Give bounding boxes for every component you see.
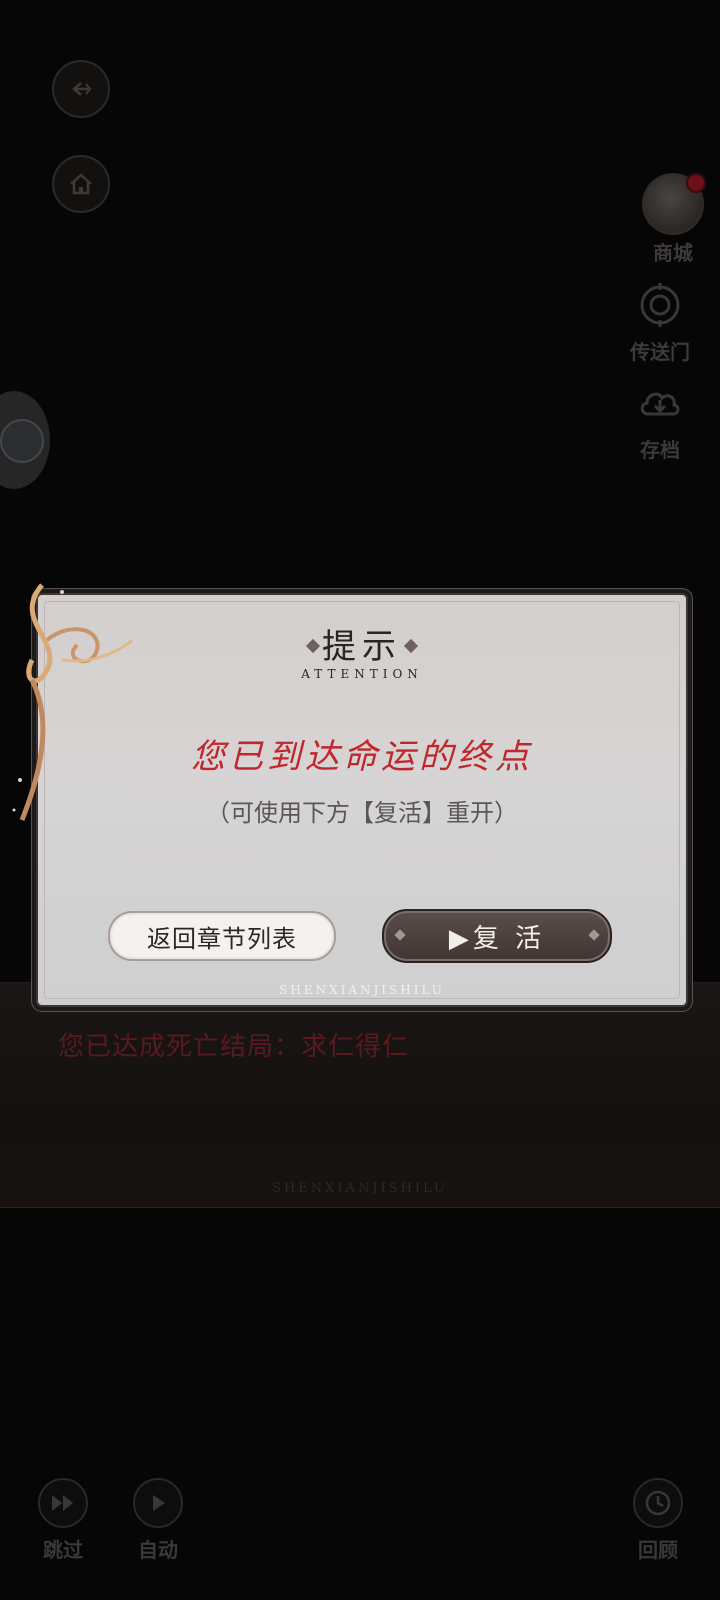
revive-diamond-right — [588, 929, 600, 941]
assistant-icon — [0, 419, 44, 463]
back-arrow-icon — [72, 82, 92, 96]
shop-button[interactable]: 商城 — [633, 173, 713, 266]
golden-ornament-icon — [12, 583, 134, 821]
auto-label: 自动 — [138, 1538, 178, 1562]
notification-dot — [686, 173, 706, 193]
back-button[interactable] — [52, 60, 110, 118]
portal-button[interactable]: 传送门 — [620, 280, 700, 365]
portal-label: 传送门 — [630, 340, 690, 364]
skip-label: 跳过 — [43, 1538, 83, 1562]
portal-icon — [640, 283, 680, 327]
home-icon — [70, 173, 92, 195]
dialogue-panel[interactable] — [0, 982, 720, 1208]
cloud-download-icon — [640, 392, 680, 416]
dialog-watermark: SHENXIANJISHILU — [279, 983, 445, 997]
play-icon — [133, 1478, 183, 1528]
auto-button[interactable]: 自动 — [123, 1478, 193, 1563]
revive-button[interactable]: ▶复 活 — [382, 909, 612, 963]
review-label: 回顾 — [638, 1538, 678, 1562]
save-button[interactable]: 存档 — [620, 378, 700, 463]
shop-label: 商城 — [653, 241, 693, 265]
skip-button[interactable]: 跳过 — [28, 1478, 98, 1563]
return-chapter-list-button[interactable]: 返回章节列表 — [108, 911, 336, 961]
shop-avatar-icon — [642, 173, 706, 235]
save-label: 存档 — [640, 438, 680, 462]
clock-icon — [633, 1478, 683, 1528]
review-button[interactable]: 回顾 — [623, 1478, 693, 1563]
dialogue-text: 您已达成死亡结局：求仁得仁 — [58, 1032, 410, 1062]
floating-assistant-ball[interactable] — [0, 391, 50, 489]
home-button[interactable] — [52, 155, 110, 213]
revive-diamond-left — [394, 929, 406, 941]
revive-label: ▶复 活 — [448, 923, 546, 954]
fast-forward-icon — [38, 1478, 88, 1528]
dialogue-watermark: SHENXIANJISHILU — [272, 1181, 448, 1196]
game-screen: 您已达成死亡结局：求仁得仁 SHENXIANJISHILU 商城 传送门 存档 … — [0, 0, 720, 1600]
